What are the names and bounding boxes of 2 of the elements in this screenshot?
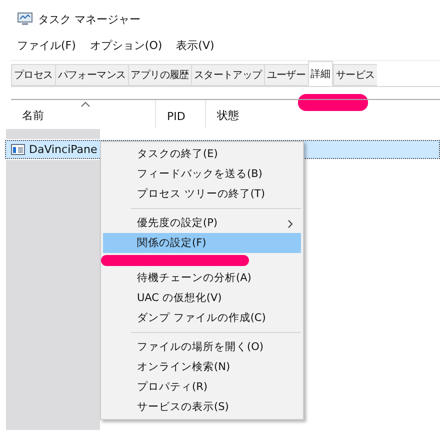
process-name: DaVinciPane (29, 143, 98, 156)
window-title: タスク マネージャー (38, 12, 140, 26)
